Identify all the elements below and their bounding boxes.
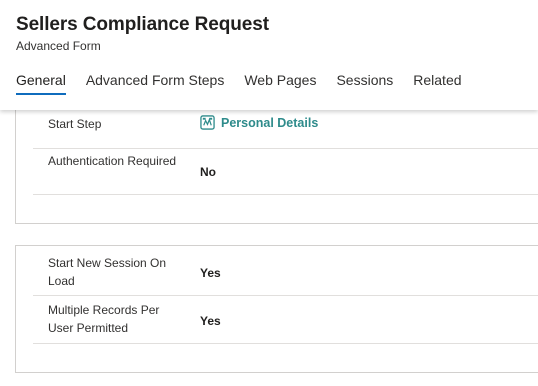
tab-related[interactable]: Related xyxy=(413,71,461,97)
field-row-start-new-session: Start New Session On Load Yes xyxy=(33,246,538,296)
tab-bar: General Advanced Form Steps Web Pages Se… xyxy=(16,71,482,97)
page-title: Sellers Compliance Request xyxy=(16,14,269,35)
tab-sessions[interactable]: Sessions xyxy=(336,71,393,97)
tab-advanced-form-steps[interactable]: Advanced Form Steps xyxy=(86,71,225,97)
page-subtitle: Advanced Form xyxy=(16,39,101,53)
field-value[interactable]: No xyxy=(200,165,216,179)
field-value[interactable]: Yes xyxy=(200,266,221,280)
field-label: Authentication Required xyxy=(48,154,177,168)
section-general-settings: Start Step Personal Details Authenticati… xyxy=(15,108,538,224)
section-session-settings: Start New Session On Load Yes Multiple R… xyxy=(15,245,538,373)
form-header: Sellers Compliance Request Advanced Form… xyxy=(0,0,538,110)
field-value[interactable]: Yes xyxy=(200,314,221,328)
form-step-icon xyxy=(200,115,215,130)
form-content: Start Step Personal Details Authenticati… xyxy=(0,108,538,386)
lookup-link[interactable]: Personal Details xyxy=(221,116,318,130)
field-label: Multiple Records Per User Permitted xyxy=(48,303,160,335)
field-label: Start New Session On Load xyxy=(48,256,167,288)
field-row-start-step: Start Step Personal Details xyxy=(33,108,538,149)
start-step-lookup[interactable]: Personal Details xyxy=(200,115,318,130)
field-row-multiple-records: Multiple Records Per User Permitted Yes xyxy=(33,296,538,344)
tab-general[interactable]: General xyxy=(16,71,66,97)
field-row-authentication-required: Authentication Required No xyxy=(33,149,538,195)
field-label: Start Step xyxy=(48,117,102,131)
tab-web-pages[interactable]: Web Pages xyxy=(244,71,316,97)
